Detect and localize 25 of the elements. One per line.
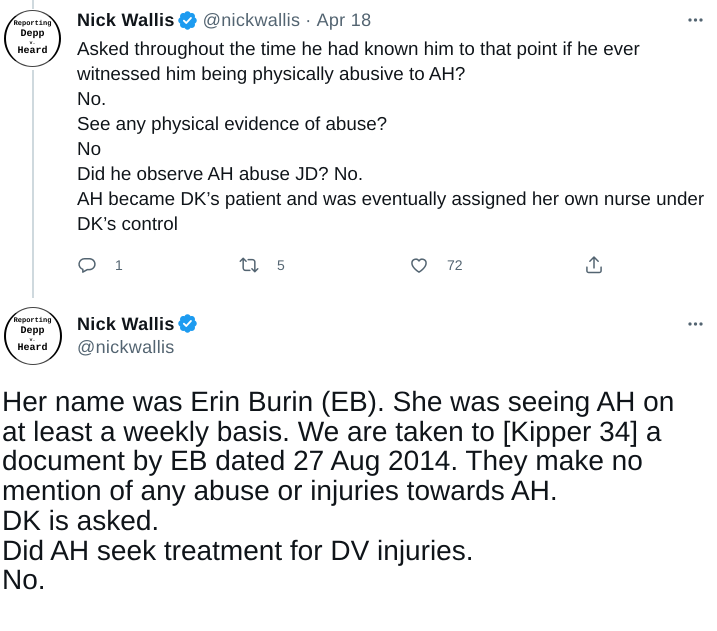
separator-dot: · xyxy=(305,11,312,29)
more-icon[interactable] xyxy=(688,18,703,22)
tweet-text: No. xyxy=(77,87,108,111)
tweet-text: Did he observe AH abuse JD? No. xyxy=(77,162,364,186)
share-button[interactable] xyxy=(584,255,604,275)
share-icon xyxy=(584,255,604,275)
author-handle[interactable]: @nickwallis xyxy=(77,337,197,357)
tweet-text: Her name was Erin Burin (EB). She was seeing AH on at least a weekly basis. We are taken to [Kipper 34] a document by EB dated 27 Aug 2014. They make no mention of any abuse or injuries towards AH. xyxy=(2,387,676,506)
tweet-text: Did AH seek treatment for DV injuries. xyxy=(2,536,475,566)
reply-icon xyxy=(77,255,97,275)
more-icon[interactable] xyxy=(688,322,703,326)
tweet-text: Asked throughout the time he had known him to that point if he ever witnessed him being physically abusive to AH? xyxy=(77,37,641,86)
tweet-text: See any physical evidence of abuse? xyxy=(77,112,388,136)
reply-button[interactable]: 1 xyxy=(77,255,123,275)
author-handle[interactable]: @nickwallis xyxy=(202,11,300,29)
author-name[interactable]: Nick Wallis xyxy=(77,314,175,332)
tweet-text: No. xyxy=(2,565,47,595)
tweet-text: AH became DK’s patient and was eventually assigned her own nurse under DK’s control xyxy=(77,187,706,236)
retweet-icon xyxy=(239,255,259,275)
tweet-text: No xyxy=(77,137,102,161)
tweet-date[interactable]: Apr 18 xyxy=(316,11,372,29)
author-name[interactable]: Nick Wallis xyxy=(77,11,175,29)
retweet-button[interactable]: 5 xyxy=(239,255,285,275)
like-button[interactable]: 72 xyxy=(409,255,463,275)
tweet-text: DK is asked. xyxy=(2,506,160,536)
